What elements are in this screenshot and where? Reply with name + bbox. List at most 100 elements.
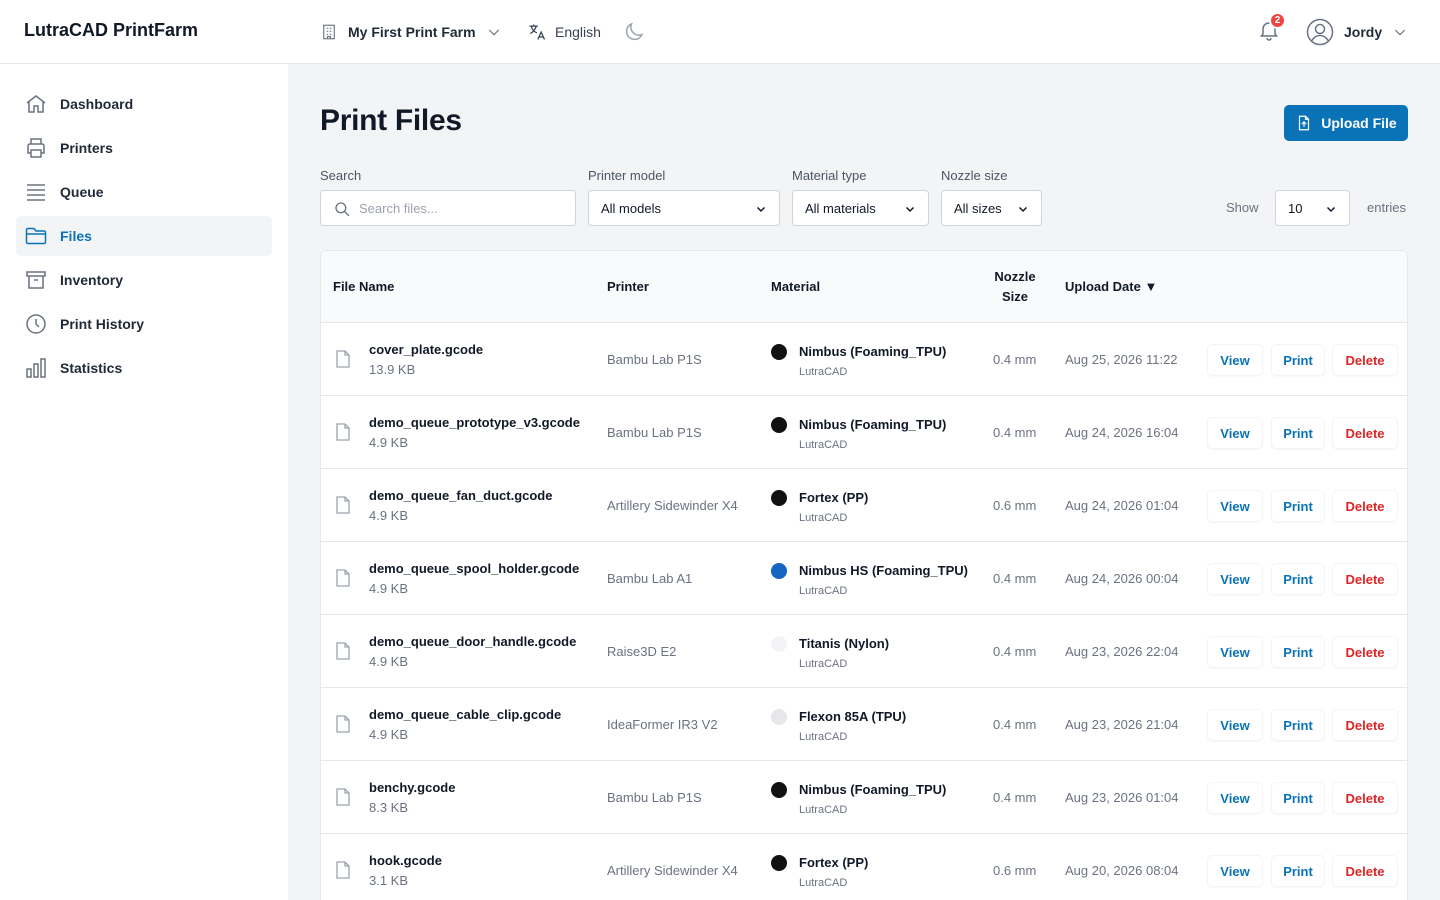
delete-button[interactable]: Delete bbox=[1332, 490, 1398, 522]
file-size: 4.9 KB bbox=[369, 581, 409, 596]
material-brand: LutraCAD bbox=[799, 877, 848, 889]
print-button[interactable]: Print bbox=[1271, 709, 1325, 741]
translate-icon bbox=[529, 24, 546, 40]
delete-button[interactable]: Delete bbox=[1332, 636, 1398, 668]
material-name: Nimbus (Foaming_TPU) bbox=[799, 782, 947, 797]
chevron-down-icon bbox=[1395, 29, 1406, 36]
file-name: demo_queue_prototype_v3.gcode bbox=[369, 415, 580, 430]
theme-toggle[interactable] bbox=[622, 20, 646, 44]
upload-date: Aug 25, 2026 11:22 bbox=[1065, 352, 1178, 367]
column-header-printer[interactable]: Printer bbox=[607, 279, 649, 294]
search-placeholder: Search files... bbox=[359, 200, 438, 216]
page-title: Print Files bbox=[320, 104, 462, 137]
nozzle-size-select[interactable]: All sizes bbox=[941, 190, 1042, 226]
chevron-down-icon bbox=[488, 29, 499, 36]
material-name: Fortex (PP) bbox=[799, 490, 869, 505]
view-button[interactable]: View bbox=[1207, 417, 1263, 449]
print-button[interactable]: Print bbox=[1271, 563, 1325, 595]
files-table: File Name Printer Material Nozzle Size U… bbox=[320, 250, 1408, 900]
column-header-file-name[interactable]: File Name bbox=[333, 279, 394, 294]
file-icon bbox=[335, 642, 351, 665]
view-button[interactable]: View bbox=[1207, 344, 1263, 376]
nozzle-size: 0.4 mm bbox=[993, 425, 1037, 440]
search-input[interactable]: Search files... bbox=[320, 190, 576, 226]
bar-chart-icon bbox=[26, 358, 46, 378]
user-menu[interactable]: Jordy bbox=[1306, 17, 1408, 47]
delete-button[interactable]: Delete bbox=[1332, 563, 1398, 595]
delete-button[interactable]: Delete bbox=[1332, 417, 1398, 449]
view-button[interactable]: View bbox=[1207, 709, 1263, 741]
delete-button[interactable]: Delete bbox=[1332, 855, 1398, 887]
file-size: 4.9 KB bbox=[369, 727, 409, 742]
printer-model-label: Printer model bbox=[588, 168, 666, 183]
material-color-swatch bbox=[771, 417, 787, 433]
sidebar-item-files[interactable]: Files bbox=[16, 216, 272, 256]
search-label: Search bbox=[320, 168, 362, 183]
sidebar-item-print-history[interactable]: Print History bbox=[16, 304, 272, 344]
printer-model-value: All models bbox=[601, 200, 661, 216]
view-button[interactable]: View bbox=[1207, 636, 1263, 668]
material-type-select[interactable]: All materials bbox=[792, 190, 929, 226]
nozzle-size: 0.6 mm bbox=[993, 863, 1037, 878]
print-button[interactable]: Print bbox=[1271, 782, 1325, 814]
sidebar-item-inventory[interactable]: Inventory bbox=[16, 260, 272, 300]
sidebar-item-statistics[interactable]: Statistics bbox=[16, 348, 272, 388]
sidebar-item-queue[interactable]: Queue bbox=[16, 172, 272, 212]
print-button[interactable]: Print bbox=[1271, 636, 1325, 668]
print-button[interactable]: Print bbox=[1271, 417, 1325, 449]
file-upload-icon bbox=[1299, 115, 1310, 131]
file-name: demo_queue_spool_holder.gcode bbox=[369, 561, 580, 576]
entries-per-page-select[interactable]: 10 bbox=[1275, 190, 1350, 226]
file-name: hook.gcode bbox=[369, 853, 442, 868]
sidebar-item-label: Files bbox=[60, 228, 92, 244]
delete-button[interactable]: Delete bbox=[1332, 709, 1398, 741]
table-row: demo_queue_spool_holder.gcode 4.9 KB Bambu… bbox=[321, 542, 1407, 615]
printer-model: Artillery Sidewinder X4 bbox=[607, 498, 738, 513]
print-button[interactable]: Print bbox=[1271, 490, 1325, 522]
file-name: demo_queue_door_handle.gcode bbox=[369, 634, 577, 649]
table-row: cover_plate.gcode 13.9 KB Bambu Lab P1S Nim… bbox=[321, 323, 1407, 396]
language-selector[interactable]: English bbox=[527, 18, 601, 46]
file-name: cover_plate.gcode bbox=[369, 342, 484, 357]
printer-model-select[interactable]: All models bbox=[588, 190, 780, 226]
print-button[interactable]: Print bbox=[1271, 855, 1325, 887]
language-label: English bbox=[555, 24, 601, 40]
delete-button[interactable]: Delete bbox=[1332, 344, 1398, 376]
material-color-swatch bbox=[771, 782, 787, 798]
column-header-nozzle-size[interactable]: Nozzle Size bbox=[985, 267, 1045, 307]
table-row: demo_queue_prototype_v3.gcode 4.9 KB Bambu… bbox=[321, 396, 1407, 469]
view-button[interactable]: View bbox=[1207, 855, 1263, 887]
file-icon bbox=[335, 788, 351, 811]
file-icon bbox=[335, 423, 351, 446]
material-color-swatch bbox=[771, 490, 787, 506]
chevron-down-icon bbox=[756, 206, 766, 213]
column-header-upload-date[interactable]: Upload Date ▼ bbox=[1065, 279, 1157, 294]
printer-model: Bambu Lab P1S bbox=[607, 425, 702, 440]
material-name: Fortex (PP) bbox=[799, 855, 869, 870]
table-row: hook.gcode 3.1 KB Artillery Sidewinder X4 F… bbox=[321, 834, 1407, 900]
material-color-swatch bbox=[771, 636, 787, 652]
sidebar-item-dashboard[interactable]: Dashboard bbox=[16, 84, 272, 124]
file-size: 3.1 KB bbox=[369, 873, 409, 888]
view-button[interactable]: View bbox=[1207, 490, 1263, 522]
printer-model: Bambu Lab P1S bbox=[607, 790, 702, 805]
file-size: 4.9 KB bbox=[369, 508, 409, 523]
farm-name: My First Print Farm bbox=[348, 24, 476, 40]
view-button[interactable]: View bbox=[1207, 782, 1263, 814]
nozzle-size: 0.4 mm bbox=[993, 644, 1037, 659]
delete-button[interactable]: Delete bbox=[1332, 782, 1398, 814]
app-title: LutraCAD PrintFarm bbox=[24, 20, 199, 40]
sidebar-item-printers[interactable]: Printers bbox=[16, 128, 272, 168]
archive-icon bbox=[26, 271, 46, 289]
home-icon bbox=[26, 95, 46, 113]
file-size: 13.9 KB bbox=[369, 362, 416, 377]
farm-selector[interactable]: My First Print Farm bbox=[320, 18, 502, 46]
sidebar-item-label: Statistics bbox=[60, 360, 123, 376]
upload-file-button[interactable]: Upload File bbox=[1284, 105, 1408, 141]
folder-icon bbox=[25, 227, 47, 245]
notifications-button[interactable]: 2 bbox=[1257, 12, 1286, 44]
column-header-material[interactable]: Material bbox=[771, 279, 820, 294]
print-button[interactable]: Print bbox=[1271, 344, 1325, 376]
view-button[interactable]: View bbox=[1207, 563, 1263, 595]
material-color-swatch bbox=[771, 709, 787, 725]
